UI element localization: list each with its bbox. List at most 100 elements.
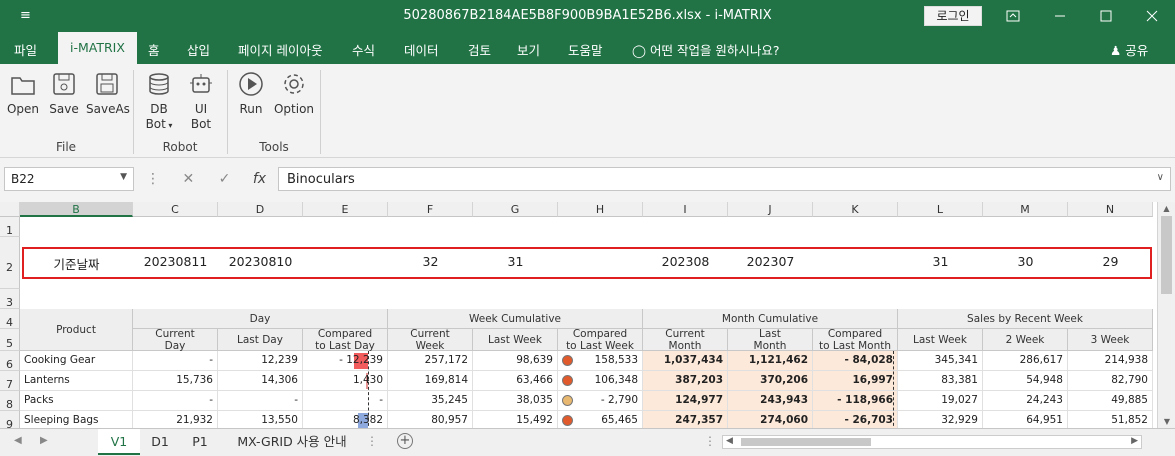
row2-cell-m[interactable]: 30: [983, 254, 1068, 269]
ribbon-display-icon[interactable]: [990, 0, 1036, 32]
data-cell[interactable]: 16,997: [813, 371, 898, 391]
chevron-down-icon[interactable]: ∨: [1157, 172, 1164, 183]
column-header-h[interactable]: H: [558, 202, 643, 217]
add-sheet-icon[interactable]: +: [397, 433, 413, 449]
row2-cell-d[interactable]: 20230810: [218, 254, 303, 269]
scroll-right-icon[interactable]: ▶: [40, 435, 48, 446]
data-cell[interactable]: 8,382: [303, 411, 388, 428]
more-icon[interactable]: ⋮: [704, 434, 716, 448]
login-button[interactable]: 로그인: [924, 6, 982, 26]
column-header-l[interactable]: L: [898, 202, 983, 217]
data-cell[interactable]: 54,948: [983, 371, 1068, 391]
tab-page-layout[interactable]: 페이지 레이아웃: [238, 40, 322, 59]
column-header-n[interactable]: N: [1068, 202, 1153, 217]
data-cell[interactable]: - 84,028: [813, 351, 898, 371]
tab-data[interactable]: 데이터: [404, 40, 439, 59]
tab-review[interactable]: 검토: [468, 40, 491, 59]
ui-bot-button[interactable]: UI Bot: [184, 70, 218, 132]
data-cell[interactable]: 83,381: [898, 371, 983, 391]
row-header-3[interactable]: 3: [0, 289, 20, 309]
select-all-corner[interactable]: [0, 202, 20, 217]
column-header-m[interactable]: M: [983, 202, 1068, 217]
row2-cell-l[interactable]: 31: [898, 254, 983, 269]
data-cell[interactable]: 124,977: [643, 391, 728, 411]
check-icon[interactable]: ✓: [219, 171, 231, 187]
tell-me-search[interactable]: ◯ 어떤 작업을 원하시나요?: [632, 40, 780, 59]
data-cell[interactable]: - 118,966: [813, 391, 898, 411]
data-cell[interactable]: 12,239: [218, 351, 303, 371]
cancel-icon[interactable]: ✕: [182, 171, 194, 187]
data-cell[interactable]: 286,617: [983, 351, 1068, 371]
chevron-down-icon[interactable]: ▼: [120, 172, 127, 182]
sheet-tab-mx-grid[interactable]: MX-GRID 사용 안내: [222, 429, 362, 455]
column-header-b[interactable]: B: [20, 202, 133, 217]
data-cell[interactable]: 243,943: [728, 391, 813, 411]
minimize-icon[interactable]: [1037, 0, 1083, 32]
data-cell[interactable]: 1,121,462: [728, 351, 813, 371]
row-header-9[interactable]: 9: [0, 411, 20, 428]
vertical-scrollbar[interactable]: ▲ ▼: [1157, 202, 1175, 428]
column-header-c[interactable]: C: [133, 202, 218, 217]
data-cell[interactable]: 14,306: [218, 371, 303, 391]
column-header-i[interactable]: I: [643, 202, 728, 217]
column-header-f[interactable]: F: [388, 202, 473, 217]
sheet-tab-p1[interactable]: P1: [180, 429, 220, 455]
data-cell[interactable]: 19,027: [898, 391, 983, 411]
spreadsheet-grid[interactable]: B C D E F G H I J K L M N 1 2 3 4 5 6 7 8 9 기준날짜 20230811 202308…: [0, 202, 1157, 428]
data-cell[interactable]: 80,957: [388, 411, 473, 428]
data-cell[interactable]: - 12,239: [303, 351, 388, 371]
close-icon[interactable]: [1129, 0, 1175, 32]
horizontal-scrollbar[interactable]: ◀ ▶: [722, 435, 1142, 449]
data-cell[interactable]: 345,341: [898, 351, 983, 371]
data-cell[interactable]: 24,243: [983, 391, 1068, 411]
data-cell[interactable]: 1,430: [303, 371, 388, 391]
row2-cell-c[interactable]: 20230811: [133, 254, 218, 269]
tab-formulas[interactable]: 수식: [352, 40, 375, 59]
tab-view[interactable]: 보기: [517, 40, 540, 59]
data-cell[interactable]: 32,929: [898, 411, 983, 428]
data-cell[interactable]: 98,639: [473, 351, 558, 371]
product-name[interactable]: Sleeping Bags: [20, 411, 133, 428]
product-name[interactable]: Cooking Gear: [20, 351, 133, 371]
column-header-g[interactable]: G: [473, 202, 558, 217]
data-cell[interactable]: 169,814: [388, 371, 473, 391]
data-cell[interactable]: 257,172: [388, 351, 473, 371]
quick-access-icon[interactable]: ≡: [20, 8, 31, 23]
db-bot-button[interactable]: DB Bot ▾: [142, 70, 176, 133]
row-header-6[interactable]: 6: [0, 351, 20, 371]
name-box[interactable]: B22 ▼: [4, 167, 134, 191]
data-cell[interactable]: -: [303, 391, 388, 411]
data-cell[interactable]: 82,790: [1068, 371, 1153, 391]
row2-cell-f[interactable]: 32: [388, 254, 473, 269]
column-header-j[interactable]: J: [728, 202, 813, 217]
row2-cell-g[interactable]: 31: [473, 254, 558, 269]
row-header-5[interactable]: 5: [0, 329, 20, 351]
data-cell[interactable]: 63,466: [473, 371, 558, 391]
row2-cell-j[interactable]: 202307: [728, 254, 813, 269]
scroll-thumb[interactable]: [741, 438, 871, 446]
save-button[interactable]: Save: [48, 70, 80, 117]
scroll-down-icon[interactable]: ▼: [1158, 417, 1175, 426]
tab-help[interactable]: 도움말: [568, 40, 603, 59]
data-cell[interactable]: 64,951: [983, 411, 1068, 428]
column-header-e[interactable]: E: [303, 202, 388, 217]
sheet-tab-v1[interactable]: V1: [98, 429, 140, 455]
scroll-right-icon[interactable]: ▶: [1131, 436, 1138, 446]
sheet-tab-d1[interactable]: D1: [140, 429, 180, 455]
row2-cell-n[interactable]: 29: [1068, 254, 1153, 269]
tab-insert[interactable]: 삽입: [187, 40, 210, 59]
data-cell[interactable]: -: [133, 351, 218, 371]
maximize-icon[interactable]: [1083, 0, 1129, 32]
data-cell[interactable]: 274,060: [728, 411, 813, 428]
data-cell[interactable]: -: [218, 391, 303, 411]
scroll-thumb[interactable]: [1161, 216, 1172, 294]
row-header-7[interactable]: 7: [0, 371, 20, 391]
row-header-2[interactable]: 2: [0, 237, 20, 289]
product-name[interactable]: Packs: [20, 391, 133, 411]
data-cell[interactable]: 15,492: [473, 411, 558, 428]
row-header-8[interactable]: 8: [0, 391, 20, 411]
run-button[interactable]: Run: [234, 70, 268, 117]
data-cell[interactable]: 13,550: [218, 411, 303, 428]
data-cell[interactable]: 370,206: [728, 371, 813, 391]
tab-home[interactable]: 홈: [148, 40, 160, 59]
